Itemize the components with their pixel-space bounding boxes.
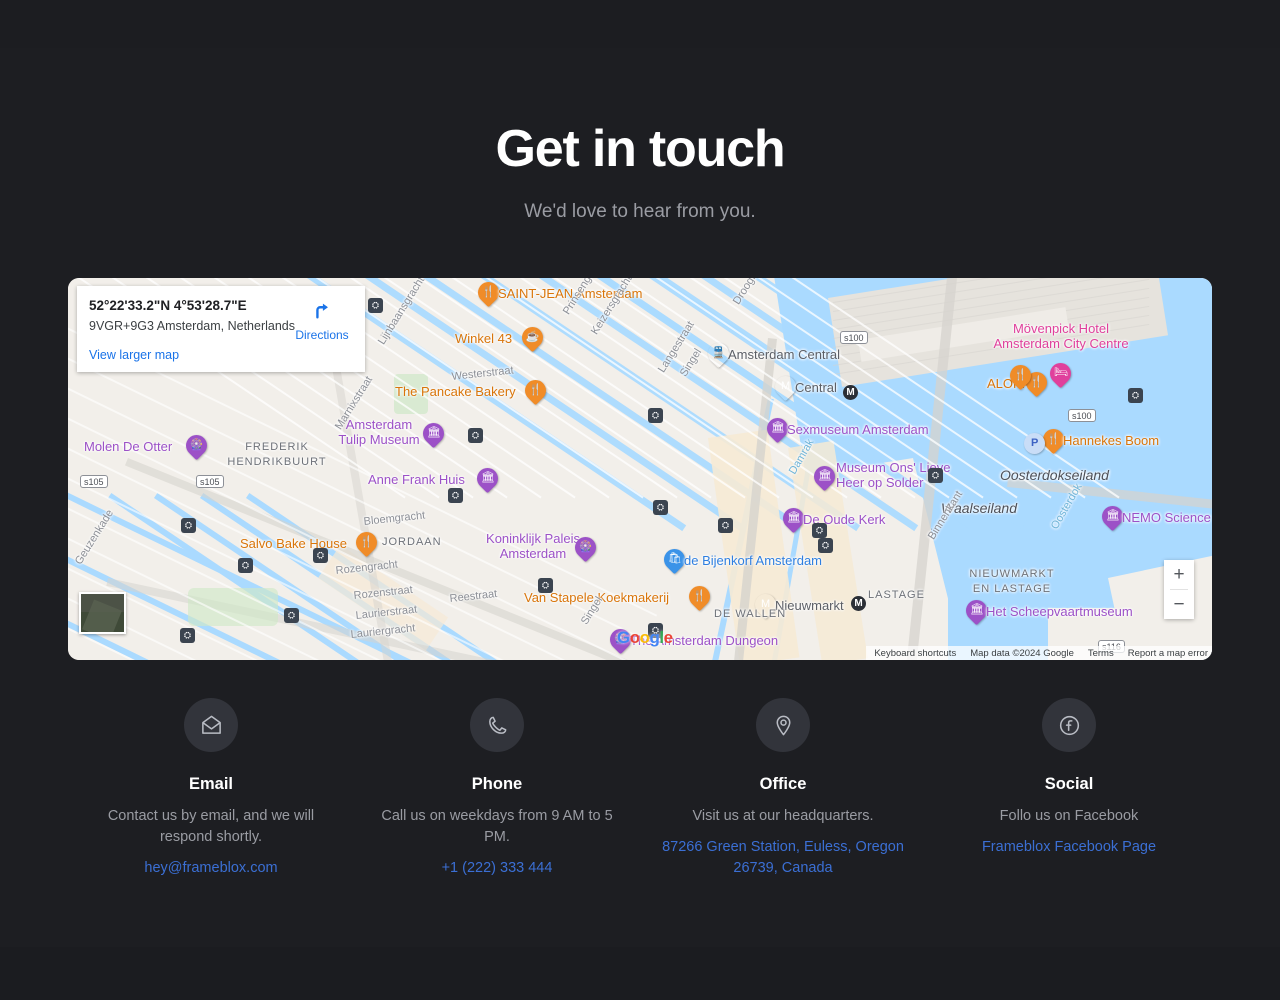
map-amenity-icon[interactable]: ⛭ xyxy=(812,523,827,538)
google-logo-letter-1: o xyxy=(629,628,640,647)
google-logo-letter-0: G xyxy=(617,628,630,647)
map-label: NEMO Science xyxy=(1122,510,1211,525)
contact-column-office: Office Visit us at our headquarters. 872… xyxy=(640,698,926,879)
email-icon-circle xyxy=(184,698,238,752)
envelope-icon xyxy=(201,715,221,734)
map-label: Molen De Otter xyxy=(84,439,173,454)
metro-station-icon[interactable]: M xyxy=(851,596,866,611)
map-amenity-icon[interactable]: ⛭ xyxy=(538,578,553,593)
report-error-link[interactable]: Report a map error xyxy=(1128,648,1208,659)
map-amenity-icon[interactable]: ⛭ xyxy=(448,488,463,503)
map-zoom-controls[interactable]: + − xyxy=(1164,560,1194,619)
office-icon-circle xyxy=(756,698,810,752)
keyboard-shortcuts-link[interactable]: Keyboard shortcuts xyxy=(874,648,956,659)
map-label: Central xyxy=(795,380,837,395)
contact-title-email: Email xyxy=(188,775,234,793)
map-label: Hannekes Boom xyxy=(1063,433,1160,448)
route-shield: s105 xyxy=(196,475,224,488)
contact-link-phone[interactable]: +1 (222) 333 444 xyxy=(354,858,640,879)
map-amenity-icon[interactable]: ⛭ xyxy=(653,500,668,515)
contact-description-email: Contact us by email, and we will respond… xyxy=(107,808,315,845)
map-label: FREDERIK HENDRIKBUURT xyxy=(227,441,327,468)
google-logo-letter-2: o xyxy=(639,628,650,647)
route-shield: s100 xyxy=(1068,409,1096,422)
map-label: Salvo Bake House xyxy=(240,536,347,551)
route-shield: s100 xyxy=(840,331,868,344)
zoom-out-button[interactable]: − xyxy=(1164,590,1194,619)
bottom-band xyxy=(0,947,1280,1000)
contact-description-office: Visit us at our headquarters. xyxy=(692,808,874,824)
map-label: The Pancake Bakery xyxy=(395,384,516,399)
map-label: Amsterdam Central xyxy=(728,347,840,362)
map-data-credit: Map data ©2024 Google xyxy=(970,647,1074,659)
map-label: Oosterdokseiland xyxy=(1000,467,1109,483)
contact-column-phone: Phone Call us on weekdays from 9 AM to 5… xyxy=(354,698,640,879)
map-label: Winkel 43 xyxy=(455,331,513,346)
contact-columns: Email Contact us by email, and we will r… xyxy=(68,698,1212,879)
map-amenity-icon[interactable]: ⛭ xyxy=(1128,388,1143,403)
map-pin-icon xyxy=(776,715,790,735)
google-logo-letter-3: g xyxy=(649,628,660,647)
map-label: DE WALLEN xyxy=(714,608,787,620)
phone-icon xyxy=(488,716,506,734)
google-logo[interactable]: Google xyxy=(617,628,673,648)
map-amenity-icon[interactable]: ⛭ xyxy=(180,628,195,643)
map-shape xyxy=(188,588,278,626)
contact-title-office: Office xyxy=(759,775,807,793)
map-label: Museum Ons' Lieve Heer op Solder xyxy=(836,460,950,490)
map-amenity-icon[interactable]: ⛭ xyxy=(928,468,943,483)
map-amenity-icon[interactable]: ⛭ xyxy=(468,428,483,443)
map-label: de Bijenkorf Amsterdam xyxy=(684,553,823,568)
social-icon-circle xyxy=(1042,698,1096,752)
route-shield: s105 xyxy=(80,475,108,488)
directions-label: Directions xyxy=(295,328,349,342)
contact-column-social: Social Follo us on Facebook Frameblox Fa… xyxy=(926,698,1212,879)
map-info-card: 52°22'33.2"N 4°53'28.7"E 9VGR+9G3 Amster… xyxy=(77,286,365,372)
map-amenity-icon[interactable]: ⛭ xyxy=(238,558,253,573)
contact-link-email[interactable]: hey@frameblox.com xyxy=(68,858,354,879)
facebook-icon xyxy=(1059,715,1079,735)
map-amenity-icon[interactable]: ⛭ xyxy=(313,548,328,563)
contact-link-office[interactable]: 87266 Green Station, Euless, Oregon 2673… xyxy=(640,837,926,879)
map-attribution-bar: Keyboard shortcuts Map data ©2024 Google… xyxy=(866,646,1212,660)
top-band xyxy=(0,0,1280,48)
map-amenity-icon[interactable]: ⛭ xyxy=(718,518,733,533)
map-label: Anne Frank Huis xyxy=(368,472,465,487)
map-label: Mövenpick Hotel Amsterdam City Centre xyxy=(993,321,1129,351)
map-amenity-icon[interactable]: ⛭ xyxy=(648,408,663,423)
zoom-in-button[interactable]: + xyxy=(1164,560,1194,589)
map-embed[interactable]: 🍴 SAINT-JEAN Amsterdam Winkel 43 ☕ The Panca… xyxy=(68,278,1212,660)
map-amenity-icon[interactable]: ⛭ xyxy=(284,608,299,623)
street-view-thumbnail[interactable] xyxy=(79,592,126,634)
contact-link-social[interactable]: Frameblox Facebook Page xyxy=(926,837,1212,858)
map-label: Sexmuseum Amsterdam xyxy=(787,422,929,437)
metro-station-icon[interactable]: M xyxy=(843,385,858,400)
contact-title-social: Social xyxy=(1044,775,1094,793)
page-title: Get in touch xyxy=(495,120,786,178)
contact-title-phone: Phone xyxy=(471,775,523,793)
page-subtitle: We'd love to hear from you. xyxy=(524,201,756,222)
contact-description-social: Follo us on Facebook xyxy=(999,808,1139,824)
map-amenity-icon[interactable]: ⛭ xyxy=(818,538,833,553)
directions-button[interactable]: Directions xyxy=(291,299,353,342)
contact-page: Get in touch We'd love to hear from you.… xyxy=(0,0,1280,1000)
phone-icon-circle xyxy=(470,698,524,752)
map-label: Het Scheepvaartmuseum xyxy=(986,604,1133,619)
map-label: LASTAGE xyxy=(868,589,925,601)
page-header: Get in touch We'd love to hear from you. xyxy=(0,118,1280,225)
map-amenity-icon[interactable]: ⛭ xyxy=(181,518,196,533)
map-amenity-icon[interactable]: ⛭ xyxy=(368,298,383,313)
map-label: NIEUWMARKT EN LASTAGE xyxy=(969,568,1055,595)
contact-column-email: Email Contact us by email, and we will r… xyxy=(68,698,354,879)
view-larger-map-link[interactable]: View larger map xyxy=(89,347,353,363)
terms-link[interactable]: Terms xyxy=(1088,648,1114,659)
map-label: JORDAAN xyxy=(382,536,442,548)
contact-description-phone: Call us on weekdays from 9 AM to 5 PM. xyxy=(381,808,613,845)
google-logo-letter-5: e xyxy=(663,628,673,647)
directions-arrow-icon xyxy=(316,303,328,319)
